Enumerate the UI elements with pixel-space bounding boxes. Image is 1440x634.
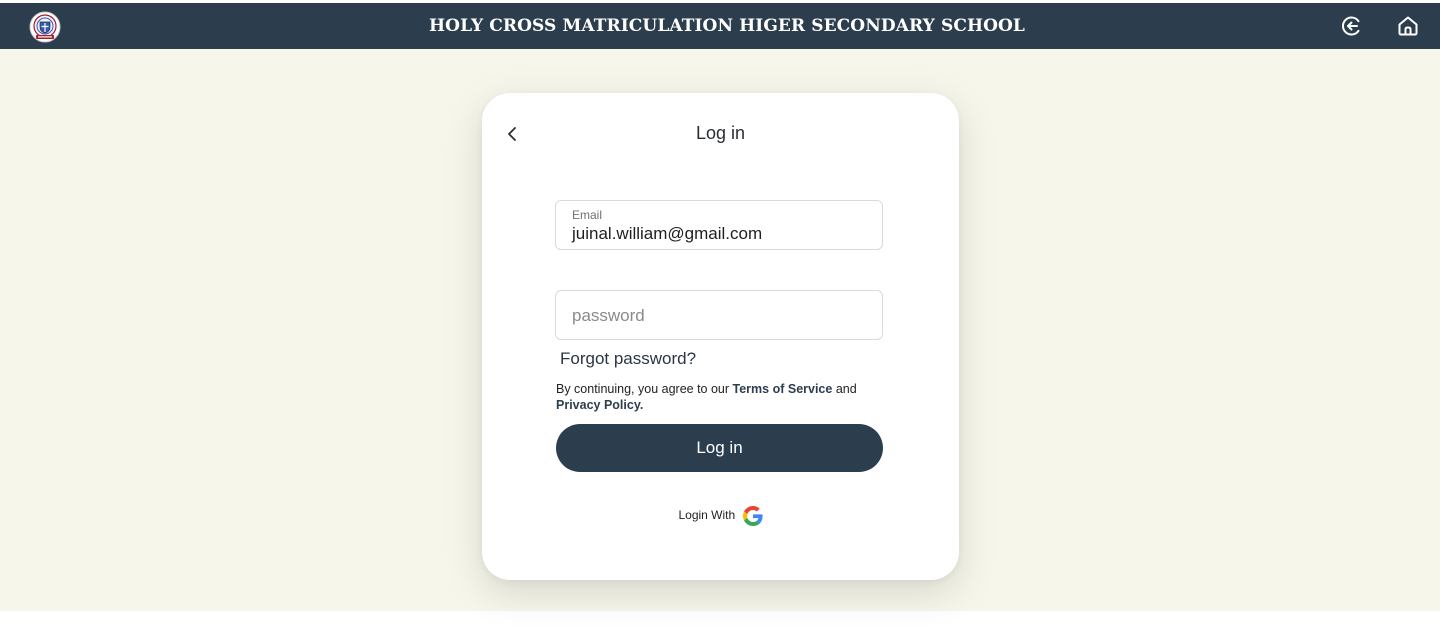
privacy-policy-link[interactable]: Privacy Policy. xyxy=(556,398,643,412)
forgot-password-link[interactable]: Forgot password? xyxy=(560,349,696,369)
login-title: Log in xyxy=(695,123,746,143)
terms-prefix: By continuing, you agree to our xyxy=(556,382,733,396)
google-icon[interactable] xyxy=(742,505,763,526)
login-with-label: Login With xyxy=(678,508,736,522)
school-crest-icon[interactable] xyxy=(29,11,61,43)
social-login-row: Login With xyxy=(482,505,959,526)
home-icon[interactable] xyxy=(1396,14,1420,38)
email-field[interactable]: Email juinal.william@gmail.com xyxy=(555,200,883,250)
logout-icon[interactable] xyxy=(1340,14,1364,38)
password-field[interactable]: password xyxy=(555,290,883,340)
terms-of-service-link[interactable]: Terms of Service xyxy=(733,382,833,396)
login-button[interactable]: Log in xyxy=(556,424,883,472)
school-name-title: HOLY CROSS MATRICULATION HIGER SECONDARY… xyxy=(429,16,1025,36)
terms-notice: By continuing, you agree to our Terms of… xyxy=(556,381,886,413)
terms-middle: and xyxy=(832,382,857,396)
email-label: Email xyxy=(572,208,603,222)
email-value[interactable]: juinal.william@gmail.com xyxy=(572,224,762,244)
app-header: HOLY CROSS MATRICULATION HIGER SECONDARY… xyxy=(0,3,1440,49)
password-placeholder: password xyxy=(572,306,645,325)
login-card: Log in Email juinal.william@gmail.com pa… xyxy=(482,93,959,580)
